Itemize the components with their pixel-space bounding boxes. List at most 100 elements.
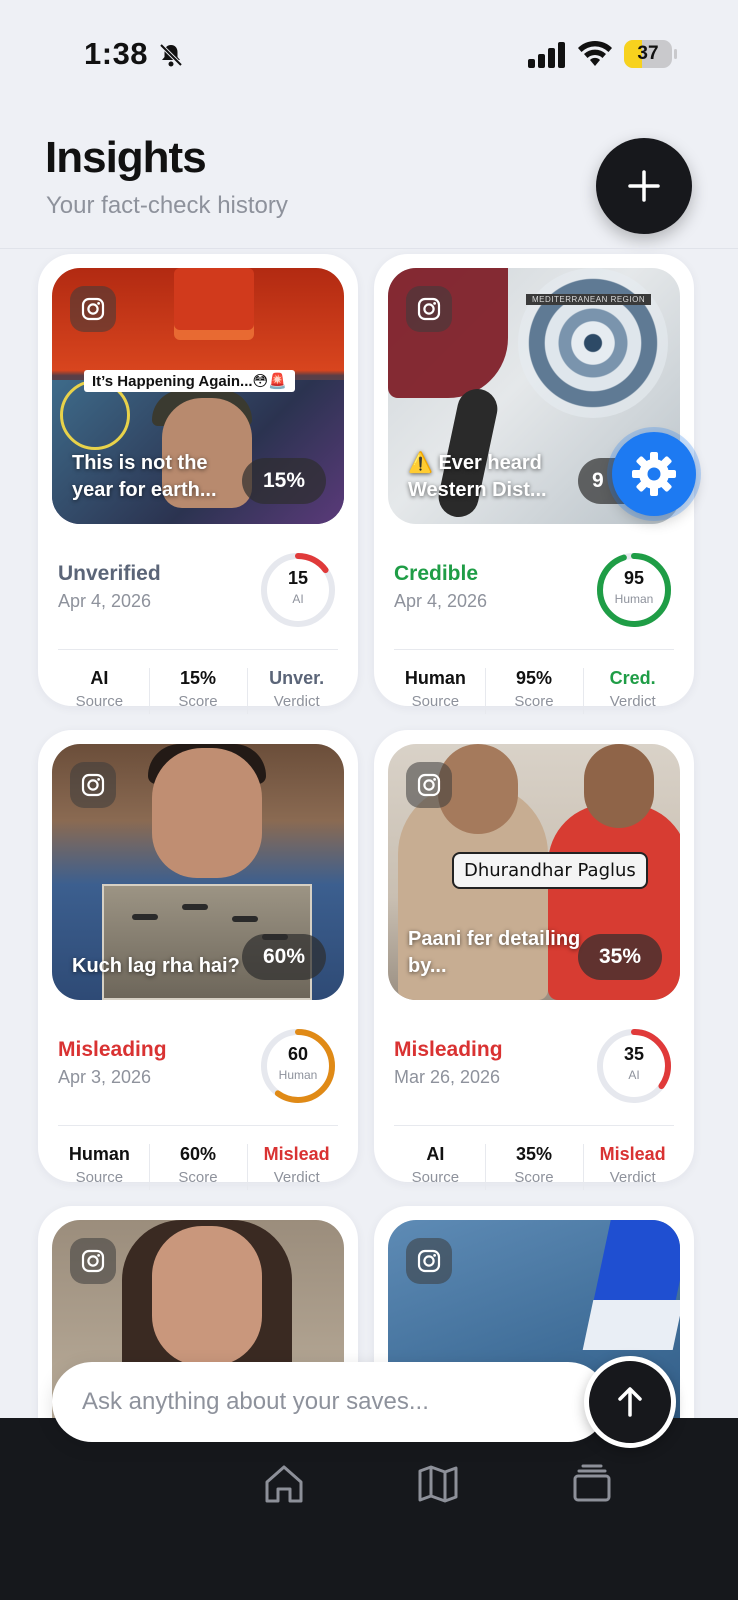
signal-icon [528,42,565,68]
stat-value: Mislead [599,1144,666,1164]
card-caption: Paani fer detailing by... [408,928,581,977]
stat-label: Score [178,693,218,710]
stat-label: Verdict [609,1169,656,1186]
card-stats: Human Source 95% Score Cred. Verdict [386,666,682,718]
stat-score: 60% Score [148,1142,248,1194]
ask-input[interactable] [82,1362,582,1442]
stat-source: Human Source [386,666,485,718]
status-bar: 1:38 37 [0,0,738,100]
tab-map[interactable] [412,1458,464,1510]
stat-label: Score [178,1169,218,1186]
verdict-label: Unverified [58,562,161,585]
instagram-icon [70,762,116,808]
page-title: Insights [45,133,207,182]
send-button[interactable] [584,1356,676,1448]
home-icon [265,1465,303,1503]
card-stats: Human Source 60% Score Mislead Verdict [50,1142,346,1194]
card-date: Apr 4, 2026 [394,591,488,611]
card-stats: AI Source 35% Score Mislead Verdict [386,1142,682,1194]
stat-verdict: Mislead Verdict [583,1142,682,1194]
verdict-label: Credible [394,562,479,585]
battery-level: 37 [637,43,659,64]
status-time: 1:38 [84,36,149,71]
map-overlay-text: MEDITERRANEAN REGION [526,294,652,305]
stat-verdict: Unver. Verdict [247,666,346,718]
tab-library[interactable] [566,1458,618,1510]
card-caption: ⚠️ Ever heard Western Dist... [408,452,547,501]
wifi-icon [578,40,612,66]
stat-label: Verdict [273,1169,320,1186]
instagram-icon [406,762,452,808]
ask-bar [52,1362,608,1442]
score-ring: 95 Human [596,552,672,628]
stack-icon [573,1464,611,1502]
stat-label: Verdict [609,693,656,710]
ring-source: Human [614,592,654,606]
stat-value: Mislead [263,1144,330,1164]
stat-value: Cred. [609,668,656,688]
stat-value: Human [404,668,466,688]
verdict-label: Misleading [394,1038,503,1061]
gear-icon [632,452,676,496]
stat-label: Source [75,693,124,710]
score-ring: 60 Human [260,1028,336,1104]
stat-value: Human [68,1144,130,1164]
stat-value: 35% [515,1144,553,1164]
ring-source: Human [278,1068,318,1082]
stat-source: AI Source [386,1142,485,1194]
video-overlay-text: It’s Happening Again...😳🚨 [84,370,295,392]
stat-label: Source [411,693,460,710]
battery-indicator: 37 [624,40,677,68]
insight-card[interactable]: Kuch lag rha hai? 60% Misleading Apr 3, … [38,730,358,1190]
stat-label: Score [514,693,554,710]
insight-card[interactable]: Dhurandhar Paglus Paani fer detailing by… [374,730,694,1190]
plus-icon [628,170,660,202]
stat-score: 35% Score [484,1142,584,1194]
insight-card[interactable]: It’s Happening Again...😳🚨 This is not th… [38,254,358,714]
stat-score: 95% Score [484,666,584,718]
instagram-icon [406,286,452,332]
stat-verdict: Cred. Verdict [583,666,682,718]
ring-score: 95 [623,568,645,588]
stat-label: Score [514,1169,554,1186]
ring-source: AI [628,1068,640,1082]
card-date: Apr 3, 2026 [58,1067,152,1087]
card-percent-badge: 35% [578,934,662,980]
ring-score: 35 [623,1044,645,1064]
settings-button[interactable] [612,432,696,516]
stat-value: 95% [515,668,553,688]
card-thumbnail[interactable]: Dhurandhar Paglus Paani fer detailing by… [388,744,680,1000]
instagram-icon [70,1238,116,1284]
card-percent-badge: 15% [242,458,326,504]
stat-value: 15% [179,668,217,688]
video-overlay-text: Dhurandhar Paglus [452,852,648,889]
page-subtitle: Your fact-check history [46,192,288,219]
stat-source: Human Source [50,1142,149,1194]
bell-muted-icon [159,43,183,67]
stat-value: 60% [179,1144,217,1164]
score-ring: 35 AI [596,1028,672,1104]
map-icon [418,1465,458,1503]
card-caption: Kuch lag rha hai? [72,955,240,977]
stat-verdict: Mislead Verdict [247,1142,346,1194]
add-button[interactable] [596,138,692,234]
stat-score: 15% Score [148,666,248,718]
tab-home[interactable] [258,1458,310,1510]
ring-score: 15 [287,568,309,588]
card-date: Apr 4, 2026 [58,591,152,611]
card-thumbnail[interactable]: It’s Happening Again...😳🚨 This is not th… [52,268,344,524]
ring-source: AI [292,592,304,606]
stat-source: AI Source [50,666,149,718]
verdict-label: Misleading [58,1038,167,1061]
card-caption: This is not the year for earth... [72,452,217,501]
stat-value: AI [90,668,109,688]
stat-label: Verdict [273,693,320,710]
stat-value: Unver. [269,668,325,688]
instagram-icon [70,286,116,332]
instagram-icon [406,1238,452,1284]
card-thumbnail[interactable]: Kuch lag rha hai? 60% [52,744,344,1000]
ring-score: 60 [287,1044,309,1064]
stat-label: Source [75,1169,124,1186]
stat-value: AI [426,1144,445,1164]
stat-label: Source [411,1169,460,1186]
